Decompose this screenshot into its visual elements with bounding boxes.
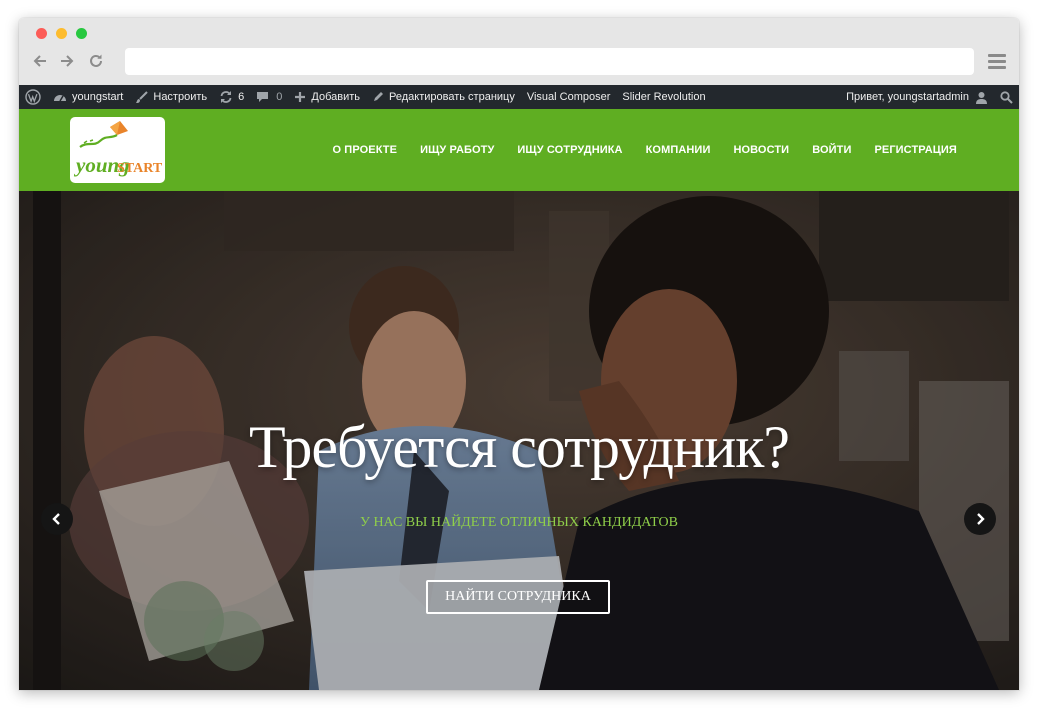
wordpress-logo-icon[interactable] [19,85,47,109]
admin-bar: youngstart Настроить 6 0 Добавить Редакт… [19,85,1019,109]
find-employee-button[interactable]: НАЙТИ СОТРУДНИКА [426,580,610,614]
dashboard-icon [53,91,67,103]
admin-bar-updates[interactable]: 6 [213,85,250,109]
comments-count: 0 [276,91,283,103]
forward-arrow-icon[interactable] [58,52,76,70]
greeting-label: Привет, youngstartadmin [846,91,969,103]
chevron-left-icon [52,513,60,525]
address-bar[interactable] [125,48,974,75]
site-logo[interactable]: young START [70,117,165,183]
admin-bar-slider-revolution[interactable]: Slider Revolution [616,85,711,109]
admin-bar-visual-composer[interactable]: Visual Composer [521,85,617,109]
plus-icon [294,91,306,103]
slider-next-arrow[interactable] [964,503,996,535]
updates-count: 6 [238,91,245,103]
nav-companies[interactable]: КОМПАНИИ [634,144,722,156]
edit-page-label: Редактировать страницу [389,91,515,103]
slider-prev-arrow[interactable] [41,503,73,535]
hamburger-menu-icon[interactable] [988,54,1006,69]
close-window-button[interactable] [36,28,47,39]
customize-label: Настроить [153,91,208,103]
brush-icon [135,90,149,104]
hero-subtitle: У НАС ВЫ НАЙДЕТЕ ОТЛИЧНЫХ КАНДИДАТОВ [360,515,678,530]
nav-news[interactable]: НОВОСТИ [722,144,801,156]
admin-bar-site[interactable]: youngstart [47,85,129,109]
add-new-label: Добавить [311,91,360,103]
comment-icon [256,91,269,103]
admin-bar-add-new[interactable]: Добавить [288,85,366,109]
logo-start-text: START [117,161,163,176]
site-header: young START О ПРОЕКТЕ ИЩУ РАБОТУ ИЩУ СОТ… [19,109,1019,191]
admin-bar-account[interactable]: Привет, youngstartadmin [840,85,994,109]
visual-composer-label: Visual Composer [526,91,611,103]
search-icon[interactable] [994,85,1019,109]
main-navigation: О ПРОЕКТЕ ИЩУ РАБОТУ ИЩУ СОТРУДНИКА КОМП… [321,109,968,191]
admin-bar-edit-page[interactable]: Редактировать страницу [366,85,521,109]
nav-register[interactable]: РЕГИСТРАЦИЯ [863,144,968,156]
minimize-window-button[interactable] [56,28,67,39]
nav-find-job[interactable]: ИЩУ РАБОТУ [409,144,506,156]
updates-icon [219,90,233,104]
reload-icon[interactable] [87,52,105,70]
site-name-label: youngstart [72,91,124,103]
user-icon [975,91,988,104]
hero-slider: Требуется сотрудник? У НАС ВЫ НАЙДЕТЕ ОТ… [19,191,1019,690]
nav-about[interactable]: О ПРОЕКТЕ [321,144,409,156]
browser-chrome [19,18,1019,85]
nav-login[interactable]: ВОЙТИ [801,144,863,156]
maximize-window-button[interactable] [76,28,87,39]
pencil-icon [372,91,384,103]
admin-bar-right: Привет, youngstartadmin [840,85,1019,109]
back-arrow-icon[interactable] [31,52,49,70]
browser-window: youngstart Настроить 6 0 Добавить Редакт… [19,18,1019,690]
admin-bar-comments[interactable]: 0 [250,85,288,109]
slider-revolution-label: Slider Revolution [622,91,706,103]
chevron-right-icon [977,513,985,525]
hero-title: Требуется сотрудник? [248,414,790,480]
admin-bar-customize[interactable]: Настроить [129,85,213,109]
nav-find-employee[interactable]: ИЩУ СОТРУДНИКА [506,144,634,156]
